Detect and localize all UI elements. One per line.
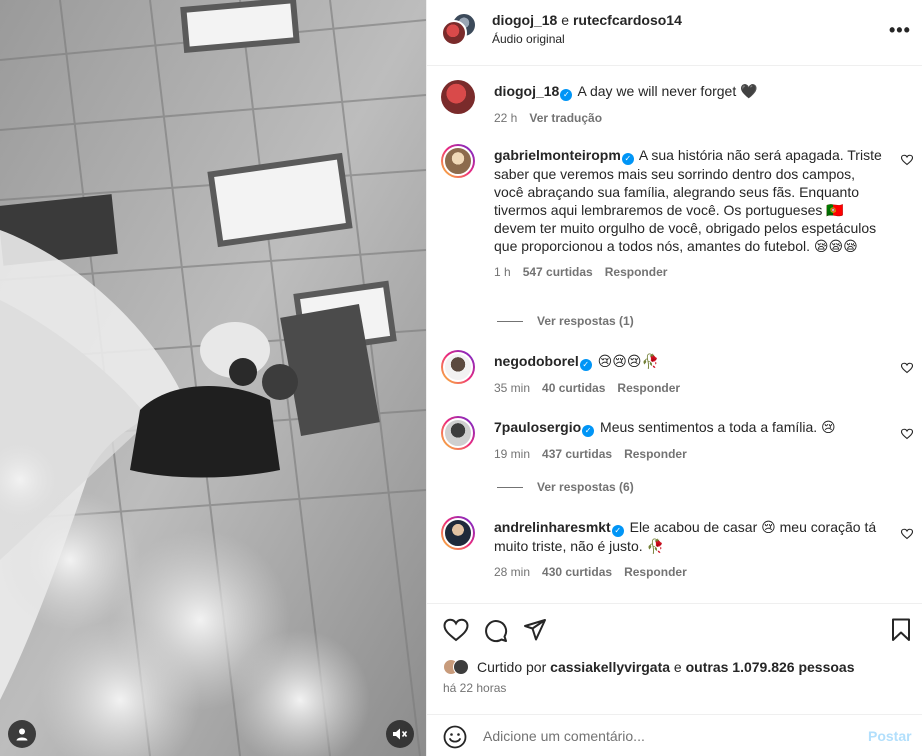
view-replies-button[interactable]: Ver respostas (6) — [497, 480, 634, 494]
comment-time[interactable]: 35 min — [494, 379, 530, 397]
comment-time[interactable]: 19 min — [494, 445, 530, 463]
comment-icon[interactable] — [483, 618, 508, 643]
wedding-photo — [0, 0, 426, 756]
heart-icon[interactable] — [901, 362, 913, 374]
verified-badge-icon: ✓ — [621, 153, 634, 165]
username-link[interactable]: gabrielmonteiropm — [494, 147, 621, 163]
verified-badge-icon: ✓ — [611, 525, 624, 537]
avatar[interactable] — [441, 80, 475, 114]
collab-avatars[interactable] — [441, 12, 477, 48]
avatar[interactable] — [441, 144, 475, 178]
view-replies-label[interactable]: Ver respostas (1) — [537, 314, 634, 328]
share-icon[interactable] — [523, 618, 547, 642]
reply-button[interactable]: Responder — [624, 563, 687, 581]
username-link[interactable]: diogoj_18 — [494, 83, 559, 99]
add-comment-bar: Adicione um comentário... Postar — [427, 714, 922, 756]
comment-likes[interactable]: 437 curtidas — [542, 445, 612, 463]
comment-input[interactable]: Adicione um comentário... — [483, 728, 645, 744]
heart-icon[interactable] — [901, 528, 913, 540]
comment-time[interactable]: 28 min — [494, 563, 530, 581]
avatar[interactable] — [441, 516, 475, 550]
liked-by: Curtido por cassiakellyvirgata e outras … — [443, 659, 855, 675]
username-link[interactable]: negodoborel — [494, 353, 579, 369]
comment-likes[interactable]: 547 curtidas — [523, 263, 593, 281]
username-link[interactable]: rutecfcardoso14 — [573, 12, 682, 28]
post-button[interactable]: Postar — [868, 728, 912, 744]
comment-text: Meus sentimentos a toda a família. 😢 — [600, 419, 836, 435]
muted-speaker-icon[interactable] — [386, 720, 414, 748]
post-footer: Curtido por cassiakellyvirgata e outras … — [427, 603, 922, 756]
username-link[interactable]: 7paulosergio — [494, 419, 581, 435]
comment-likes[interactable]: 430 curtidas — [542, 563, 612, 581]
liked-by-prefix: Curtido por — [477, 659, 547, 675]
action-bar — [443, 618, 913, 644]
view-replies-button[interactable]: Ver respostas (1) — [497, 314, 634, 328]
username-link[interactable]: andrelinharesmkt — [494, 519, 611, 535]
avatar[interactable] — [441, 416, 475, 450]
comment-time[interactable]: 1 h — [494, 263, 511, 281]
heart-icon[interactable] — [901, 154, 913, 166]
more-icon[interactable]: ••• — [889, 20, 911, 41]
reply-button[interactable]: Responder — [605, 263, 668, 281]
post-media[interactable] — [0, 0, 426, 756]
verified-badge-icon: ✓ — [560, 89, 573, 101]
reply-button[interactable]: Responder — [617, 379, 680, 397]
liked-by-and: e — [673, 659, 682, 675]
heart-icon[interactable] — [901, 428, 913, 440]
comment-likes[interactable]: 40 curtidas — [542, 379, 605, 397]
username-link[interactable]: cassiakellyvirgata — [550, 659, 670, 675]
comment-text: 😢😢😢🥀 — [597, 353, 659, 369]
comment-text: A sua história não será apagada. Triste … — [494, 147, 882, 254]
audio-link[interactable]: Áudio original — [492, 32, 565, 46]
bookmark-icon[interactable] — [891, 618, 911, 642]
avatar — [441, 20, 467, 46]
reply-button[interactable]: Responder — [624, 445, 687, 463]
caption-text: A day we will never forget 🖤 — [577, 83, 758, 99]
verified-badge-icon: ✓ — [579, 359, 592, 371]
post-details-panel: diogoj_18 e rutecfcardoso14 Áudio origin… — [426, 0, 922, 756]
verified-badge-icon: ✓ — [582, 425, 595, 437]
post-header: diogoj_18 e rutecfcardoso14 Áudio origin… — [427, 0, 922, 66]
divider — [497, 320, 523, 322]
avatar[interactable] — [441, 350, 475, 384]
post-time[interactable]: há 22 horas — [443, 681, 506, 695]
user-tag-icon[interactable] — [8, 720, 36, 748]
view-replies-label[interactable]: Ver respostas (6) — [537, 480, 634, 494]
username-link[interactable]: diogoj_18 — [492, 12, 557, 28]
divider — [497, 486, 523, 488]
translate-link[interactable]: Ver tradução — [529, 109, 602, 127]
comments-list[interactable]: diogoj_18 ✓ A day we will never forget 🖤 … — [427, 66, 922, 603]
heart-icon[interactable] — [443, 618, 469, 642]
collab-usernames: diogoj_18 e rutecfcardoso14 — [492, 12, 682, 28]
comment-time[interactable]: 22 h — [494, 109, 517, 127]
likes-count-link[interactable]: outras 1.079.826 pessoas — [686, 659, 855, 675]
connector-text: e — [561, 12, 570, 28]
smile-icon[interactable] — [443, 725, 467, 749]
avatar — [453, 659, 469, 675]
